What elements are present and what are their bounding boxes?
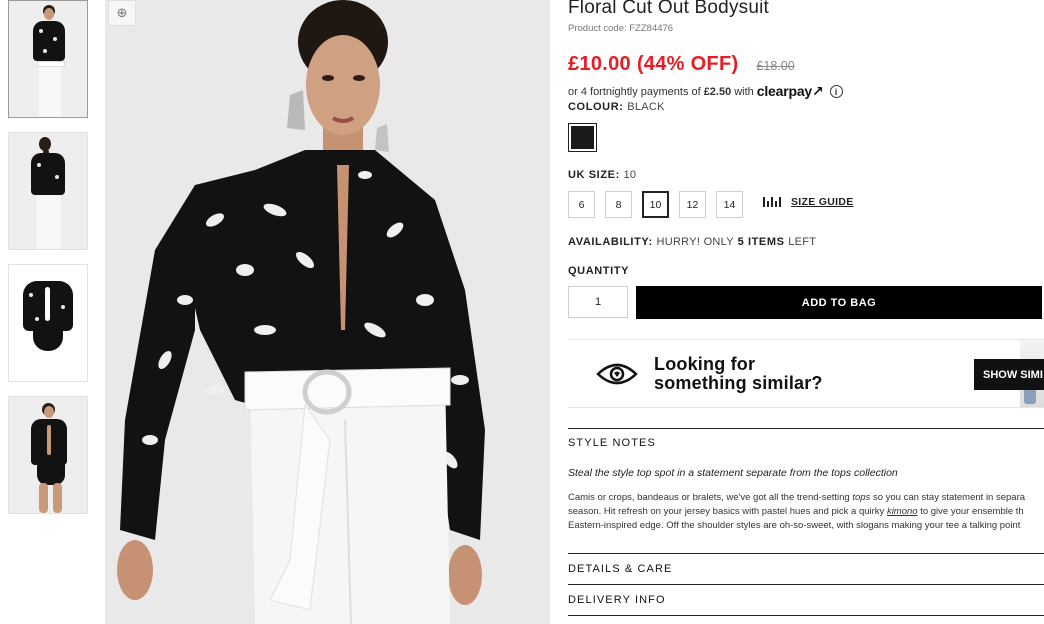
style-notes-heading[interactable]: STYLE NOTES: [568, 437, 656, 449]
thumbnail-flat-view[interactable]: [8, 264, 88, 382]
info-icon[interactable]: i: [829, 85, 843, 98]
size-option-12[interactable]: 12: [679, 191, 706, 218]
product-title: Floral Cut Out Bodysuit: [568, 0, 770, 18]
quantity-label: QUANTITY: [568, 265, 630, 277]
delivery-info-heading[interactable]: DELIVERY INFO: [568, 594, 666, 606]
size-value: 10: [623, 169, 637, 181]
size-option-8[interactable]: 8: [605, 191, 632, 218]
thumbnail-bodysuit-view[interactable]: [8, 396, 88, 514]
colour-value: BLACK: [627, 101, 665, 113]
thumbnail-front-view[interactable]: [8, 0, 88, 118]
quantity-input[interactable]: 1: [568, 286, 628, 318]
clearpay-with: with: [734, 85, 754, 98]
colour-swatch-black[interactable]: [568, 123, 597, 152]
details-care-heading[interactable]: DETAILS & CARE: [568, 563, 672, 575]
sale-price: £10.00 (44% OFF): [568, 53, 739, 75]
original-price: £18.00: [756, 59, 795, 73]
price-row: £10.00 (44% OFF) £18.00: [568, 53, 795, 76]
size-guide-link[interactable]: SIZE GUIDE: [763, 196, 854, 208]
style-notes-subheading: Steal the style top spot in a statement …: [568, 467, 898, 479]
ruler-icon: [763, 197, 785, 207]
similar-banner: Looking for something similar? SHOW SIMI: [568, 339, 1044, 408]
divider: [568, 428, 1044, 429]
stock-count: 5 ITEMS: [737, 236, 785, 248]
model-illustration: [105, 0, 550, 624]
show-similar-button[interactable]: SHOW SIMI: [974, 359, 1044, 390]
size-option-10[interactable]: 10: [642, 191, 669, 218]
divider: [568, 615, 1044, 616]
similar-heading: Looking for something similar?: [654, 354, 823, 393]
clearpay-logo: clearpay↗: [756, 83, 824, 99]
divider: [568, 553, 1044, 554]
size-option-6[interactable]: 6: [568, 191, 595, 218]
style-notes-body: Camis or crops, bandeaus or bralets, we'…: [568, 492, 1026, 531]
product-page: ⊕ Floral Cut Out Bodysuit Product code: …: [0, 0, 1044, 624]
eye-icon: [596, 363, 638, 385]
divider: [568, 584, 1044, 585]
size-label: UK SIZE: 10: [568, 169, 637, 181]
size-option-14[interactable]: 14: [716, 191, 743, 218]
colour-label: COLOUR: BLACK: [568, 101, 665, 113]
product-code: Product code: FZZ84476: [568, 23, 674, 34]
product-info: Floral Cut Out Bodysuit Product code: FZ…: [568, 0, 1044, 624]
add-to-bag-button[interactable]: ADD TO BAG: [636, 286, 1042, 319]
clearpay-prefix: or 4 fortnightly payments of: [568, 85, 701, 98]
thumbnail-back-view[interactable]: [8, 132, 88, 250]
availability: AVAILABILITY: HURRY! ONLY 5 ITEMS LEFT: [568, 236, 817, 248]
main-product-image[interactable]: [105, 0, 550, 624]
magnifier-plus-icon[interactable]: ⊕: [108, 0, 136, 26]
size-guide-text: SIZE GUIDE: [791, 196, 854, 208]
size-options: 6 8 10 12 14: [568, 191, 753, 218]
clearpay-amount: £2.50: [703, 85, 732, 98]
clearpay-message: or 4 fortnightly payments of £2.50 with …: [568, 83, 843, 100]
